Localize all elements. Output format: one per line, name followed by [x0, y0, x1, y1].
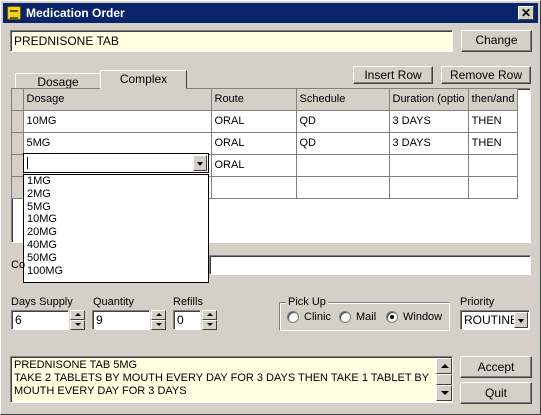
- pickup-clinic-label[interactable]: Clinic: [304, 311, 331, 323]
- pickup-clinic-radio[interactable]: [287, 311, 299, 323]
- cell-duration[interactable]: [389, 176, 469, 199]
- column-header-route[interactable]: Route: [211, 89, 297, 111]
- window-title: Medication Order: [26, 6, 125, 20]
- column-header-then-and[interactable]: then/and: [468, 89, 519, 111]
- cell-then-and[interactable]: THEN: [468, 132, 519, 155]
- column-header-dosage[interactable]: Dosage: [23, 89, 212, 111]
- title-bar: Medication Order ✕: [3, 3, 538, 23]
- remove-row-button[interactable]: Remove Row: [441, 66, 531, 84]
- row-selector[interactable]: [12, 132, 24, 155]
- row-selector[interactable]: [12, 110, 24, 133]
- cell-schedule[interactable]: QD: [296, 132, 390, 155]
- cell-then-and[interactable]: THEN: [468, 110, 519, 133]
- spin-down-icon[interactable]: [202, 320, 217, 330]
- pickup-label: Pick Up: [286, 296, 328, 308]
- cell-schedule[interactable]: QD: [296, 110, 390, 133]
- scroll-down-icon[interactable]: [436, 385, 452, 401]
- dropdown-option[interactable]: 10MG: [24, 213, 208, 226]
- comments-label: Co: [11, 259, 26, 271]
- days-supply-spinner[interactable]: [70, 310, 85, 330]
- quantity-label: Quantity: [93, 296, 134, 308]
- refills-input[interactable]: 0: [173, 310, 201, 330]
- medication-order-window: Medication Order ✕ PREDNISONE TAB Change…: [0, 0, 541, 415]
- dropdown-arrow-icon[interactable]: [193, 155, 207, 171]
- days-supply-input[interactable]: 6: [11, 310, 69, 330]
- spin-up-icon[interactable]: [70, 310, 85, 320]
- dosage-dropdown-list[interactable]: 1MG 2MG 5MG 10MG 20MG 40MG 50MG 100MG: [23, 174, 209, 283]
- app-icon: [7, 6, 21, 20]
- text-caret: [27, 157, 28, 169]
- refills-label: Refills: [173, 296, 203, 308]
- cell-then-and[interactable]: [468, 154, 519, 177]
- column-header-schedule[interactable]: Schedule: [296, 89, 390, 111]
- insert-row-button[interactable]: Insert Row: [353, 66, 433, 84]
- cell-route[interactable]: [211, 176, 297, 199]
- cell-duration[interactable]: 3 DAYS: [389, 132, 469, 155]
- pickup-mail-radio[interactable]: [339, 311, 351, 323]
- quantity-spinner[interactable]: [151, 310, 166, 330]
- dropdown-option[interactable]: 50MG: [24, 252, 208, 265]
- comments-field[interactable]: [209, 255, 531, 275]
- row-selector-header: [12, 89, 24, 111]
- cell-schedule[interactable]: [296, 176, 390, 199]
- sig-line: MOUTH EVERY DAY FOR 3 DAYS: [14, 385, 187, 397]
- dropdown-option[interactable]: 5MG: [24, 201, 208, 214]
- row-selector[interactable]: [12, 176, 24, 199]
- pickup-mail-label[interactable]: Mail: [356, 311, 376, 323]
- cell-dosage[interactable]: 5MG: [23, 132, 212, 155]
- dropdown-option[interactable]: 100MG: [24, 265, 208, 278]
- dropdown-option[interactable]: 1MG: [24, 175, 208, 188]
- spin-down-icon[interactable]: [70, 320, 85, 330]
- tab-complex[interactable]: Complex: [100, 70, 187, 89]
- scroll-thumb[interactable]: [436, 374, 452, 385]
- table-row[interactable]: 10MG ORAL QD 3 DAYS THEN: [12, 110, 519, 133]
- pickup-window-radio[interactable]: [386, 311, 398, 323]
- spin-down-icon[interactable]: [151, 320, 166, 330]
- cell-route[interactable]: ORAL: [211, 154, 297, 177]
- cell-dosage[interactable]: 10MG: [23, 110, 212, 133]
- spin-up-icon[interactable]: [151, 310, 166, 320]
- cell-duration[interactable]: 3 DAYS: [389, 110, 469, 133]
- table-row[interactable]: 5MG ORAL QD 3 DAYS THEN: [12, 132, 519, 155]
- dropdown-option[interactable]: 20MG: [24, 226, 208, 239]
- priority-label: Priority: [460, 296, 495, 308]
- cell-schedule[interactable]: [296, 154, 390, 177]
- scroll-up-icon[interactable]: [436, 358, 452, 374]
- cell-then-and[interactable]: [468, 176, 519, 199]
- grid-header-row: Dosage Route Schedule Duration (optio th…: [12, 89, 519, 111]
- days-supply-label: Days Supply: [11, 296, 73, 308]
- dropdown-option[interactable]: 2MG: [24, 188, 208, 201]
- spin-up-icon[interactable]: [202, 310, 217, 320]
- row-selector[interactable]: [12, 154, 24, 177]
- dropdown-option[interactable]: 40MG: [24, 239, 208, 252]
- accept-order-button[interactable]: Accept Order: [460, 356, 532, 394]
- pickup-window-label[interactable]: Window: [403, 311, 442, 323]
- sig-line: TAKE 2 TABLETS BY MOUTH EVERY DAY FOR 3 …: [14, 372, 430, 384]
- dosage-combobox[interactable]: [23, 153, 209, 173]
- quantity-input[interactable]: 9: [92, 310, 150, 330]
- sig-scrollbar[interactable]: [436, 358, 452, 401]
- medication-name-field[interactable]: PREDNISONE TAB: [10, 30, 453, 52]
- sig-text-area[interactable]: PREDNISONE TAB 5MG TAKE 2 TABLETS BY MOU…: [10, 356, 453, 403]
- column-header-duration[interactable]: Duration (optio: [389, 89, 469, 111]
- cell-duration[interactable]: [389, 154, 469, 177]
- sig-line: PREDNISONE TAB 5MG: [14, 359, 138, 371]
- refills-spinner[interactable]: [202, 310, 217, 330]
- cell-route[interactable]: ORAL: [211, 132, 297, 155]
- change-button[interactable]: Change: [461, 30, 532, 52]
- priority-value: ROUTINE: [464, 313, 518, 327]
- priority-select[interactable]: ROUTINE: [460, 310, 530, 330]
- quit-button[interactable]: Quit: [460, 382, 532, 404]
- close-button[interactable]: ✕: [518, 6, 534, 20]
- dropdown-arrow-icon[interactable]: [514, 312, 528, 328]
- cell-route[interactable]: ORAL: [211, 110, 297, 133]
